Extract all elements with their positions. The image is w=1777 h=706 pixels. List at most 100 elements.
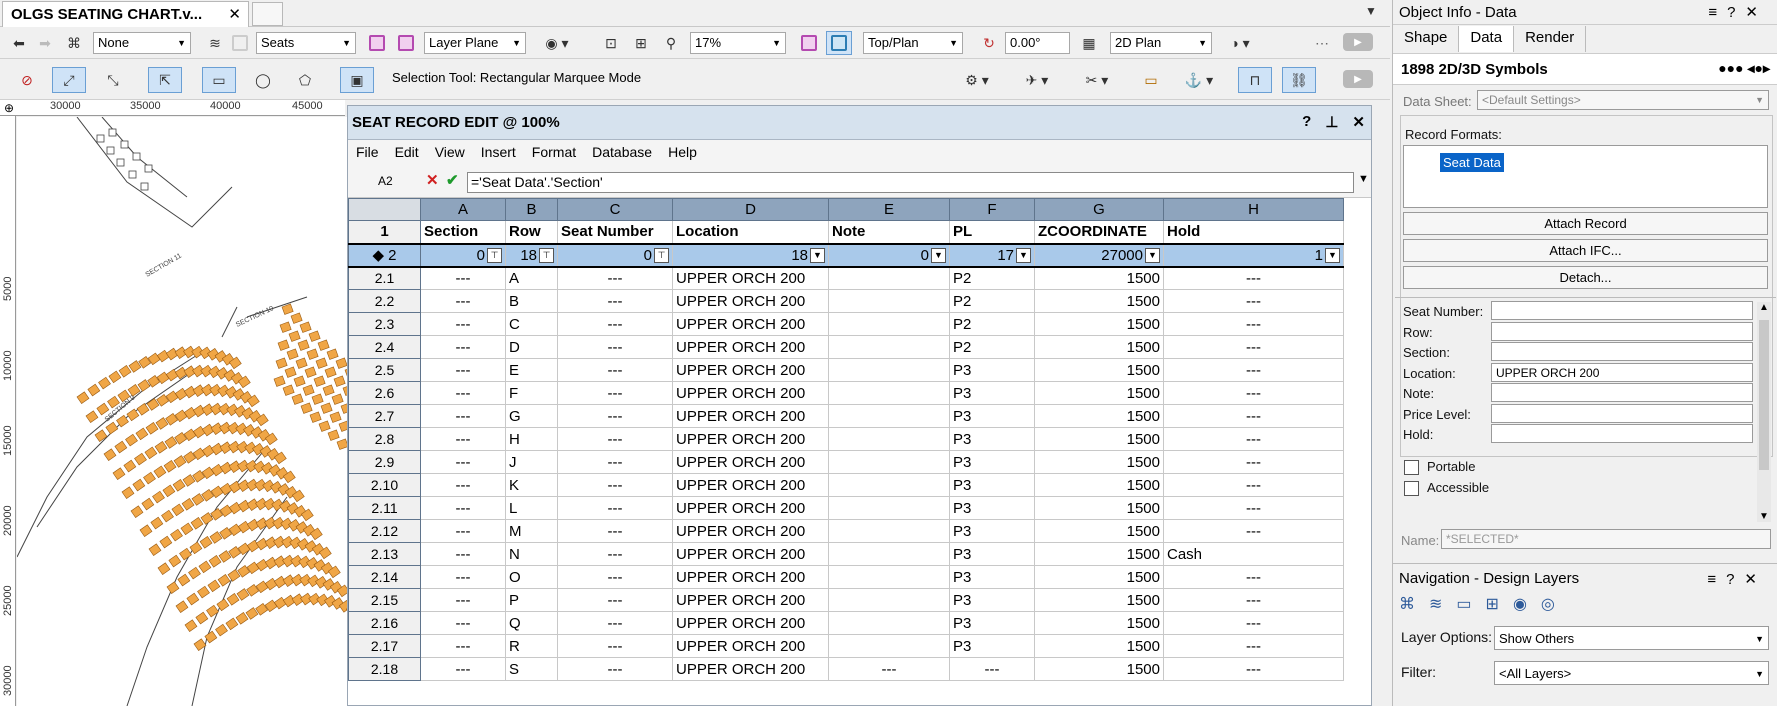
record-formats-list[interactable]: Seat Data: [1403, 145, 1768, 208]
saved-views-icon[interactable]: ◉ ▾: [537, 31, 577, 55]
table-cell[interactable]: ---: [420, 496, 506, 520]
layer-swatch-icon[interactable]: [229, 31, 251, 55]
table-cell[interactable]: UPPER ORCH 200: [672, 289, 829, 313]
render-settings-icon[interactable]: ▦: [1077, 31, 1101, 55]
table-cell[interactable]: 1500: [1034, 335, 1164, 359]
polygon-marquee-icon[interactable]: ⤡: [96, 67, 130, 93]
table-cell[interactable]: [828, 634, 950, 658]
expand-toolbar-icon[interactable]: ▶: [1343, 70, 1373, 88]
tab-shape[interactable]: Shape: [1393, 26, 1460, 52]
classes-tab-icon[interactable]: ⌘: [1399, 594, 1415, 614]
table-cell[interactable]: UPPER ORCH 200: [672, 450, 829, 474]
tab-data[interactable]: Data: [1459, 26, 1515, 52]
table-cell[interactable]: ---: [557, 565, 673, 589]
summarize-icon[interactable]: ⊤: [487, 248, 502, 264]
table-cell[interactable]: P3: [949, 358, 1035, 382]
attach-ifc-button[interactable]: Attach IFC...: [1403, 239, 1768, 262]
table-cell[interactable]: ---: [557, 496, 673, 520]
row-header[interactable]: 2.10: [348, 473, 421, 497]
table-cell[interactable]: H: [505, 427, 558, 451]
header-cell[interactable]: Note: [828, 220, 950, 244]
summary-cell[interactable]: 1 ▼: [1163, 242, 1344, 268]
table-cell[interactable]: UPPER ORCH 200: [672, 634, 829, 658]
table-cell[interactable]: ---: [1163, 381, 1344, 405]
table-cell[interactable]: P3: [949, 634, 1035, 658]
summarize-icon[interactable]: ⊤: [539, 248, 554, 264]
table-cell[interactable]: ---: [949, 657, 1035, 681]
row-header[interactable]: 2.8: [348, 427, 421, 451]
table-cell[interactable]: P3: [949, 381, 1035, 405]
summarize-icon[interactable]: ⊤: [654, 248, 669, 264]
table-cell[interactable]: ---: [420, 634, 506, 658]
zoom-objects-icon[interactable]: ⊞: [629, 31, 653, 55]
scroll-down-icon[interactable]: ▼: [1757, 511, 1771, 522]
table-cell[interactable]: [828, 611, 950, 635]
scroll-up-icon[interactable]: ▲: [1757, 302, 1771, 313]
layer-options-select[interactable]: Show Others ▼: [1494, 626, 1769, 650]
table-cell[interactable]: O: [505, 565, 558, 589]
viewport-icon[interactable]: ▭: [1134, 67, 1168, 93]
row-header[interactable]: 2.3: [348, 312, 421, 336]
row-header[interactable]: 2.12: [348, 519, 421, 543]
table-cell[interactable]: L: [505, 496, 558, 520]
table-cell[interactable]: 1500: [1034, 404, 1164, 428]
field-input[interactable]: [1491, 403, 1753, 423]
menu-insert[interactable]: Insert: [481, 144, 516, 161]
row-header[interactable]: 2.5: [348, 358, 421, 382]
rectangular-marquee-icon[interactable]: ⤢: [52, 67, 86, 93]
render-select[interactable]: 2D Plan ▼: [1110, 32, 1212, 54]
table-cell[interactable]: [828, 565, 950, 589]
table-cell[interactable]: ---: [420, 312, 506, 336]
working-plane-icon[interactable]: [393, 31, 419, 55]
header-cell[interactable]: Seat Number: [557, 220, 673, 244]
table-cell[interactable]: [828, 358, 950, 382]
table-cell[interactable]: P3: [949, 404, 1035, 428]
row-header[interactable]: 2.14: [348, 565, 421, 589]
header-cell[interactable]: Row: [505, 220, 558, 244]
chevron-down-icon[interactable]: ▼: [1016, 248, 1031, 264]
table-cell[interactable]: ---: [420, 381, 506, 405]
table-cell[interactable]: P3: [949, 542, 1035, 566]
table-cell[interactable]: ---: [1163, 450, 1344, 474]
table-cell[interactable]: ---: [420, 266, 506, 290]
rotate-plan-icon[interactable]: ↻: [977, 31, 1001, 55]
table-cell[interactable]: [828, 266, 950, 290]
table-cell[interactable]: UPPER ORCH 200: [672, 358, 829, 382]
chevron-down-icon[interactable]: ▼: [810, 248, 825, 264]
field-input[interactable]: [1491, 383, 1753, 402]
table-cell[interactable]: 1500: [1034, 519, 1164, 543]
table-cell[interactable]: M: [505, 519, 558, 543]
checkbox[interactable]: [1404, 480, 1419, 496]
detach-button[interactable]: Detach...: [1403, 266, 1768, 289]
table-cell[interactable]: 1500: [1034, 312, 1164, 336]
table-cell[interactable]: 1500: [1034, 427, 1164, 451]
document-tab[interactable]: OLGS SEATING CHART.v... ✕: [2, 1, 249, 27]
table-cell[interactable]: 1500: [1034, 266, 1164, 290]
close-tab-icon[interactable]: ✕: [228, 5, 241, 23]
table-cell[interactable]: ---: [1163, 266, 1344, 290]
table-cell[interactable]: ---: [557, 289, 673, 313]
table-cell[interactable]: 1500: [1034, 496, 1164, 520]
projection-icon[interactable]: [796, 31, 822, 55]
table-cell[interactable]: ---: [557, 335, 673, 359]
table-cell[interactable]: [828, 312, 950, 336]
scroll-thumb[interactable]: [1759, 320, 1769, 470]
table-cell[interactable]: ---: [557, 381, 673, 405]
table-cell[interactable]: P3: [949, 473, 1035, 497]
ruler-icon[interactable]: ⊓: [1238, 67, 1272, 93]
expand-formula-chevron-icon[interactable]: ▼: [1358, 173, 1369, 185]
viewports-tab-icon[interactable]: ⊞: [1486, 594, 1499, 614]
table-cell[interactable]: N: [505, 542, 558, 566]
snap-icon[interactable]: ✈ ▾: [1014, 67, 1060, 93]
table-cell[interactable]: ---: [1163, 427, 1344, 451]
ruler-origin-icon[interactable]: ⊕: [4, 101, 14, 115]
measure-icon[interactable]: ✂ ▾: [1074, 67, 1120, 93]
column-header[interactable]: G: [1034, 198, 1164, 221]
zoom-fit-icon[interactable]: ⊡: [599, 31, 623, 55]
column-header[interactable]: B: [505, 198, 558, 221]
summary-cell[interactable]: 0 ▼: [828, 242, 950, 268]
table-cell[interactable]: ---: [420, 473, 506, 497]
header-cell[interactable]: Hold: [1163, 220, 1344, 244]
data-sheet-select[interactable]: <Default Settings> ▼: [1477, 90, 1769, 110]
pin-icon[interactable]: ⊥: [1325, 113, 1338, 131]
